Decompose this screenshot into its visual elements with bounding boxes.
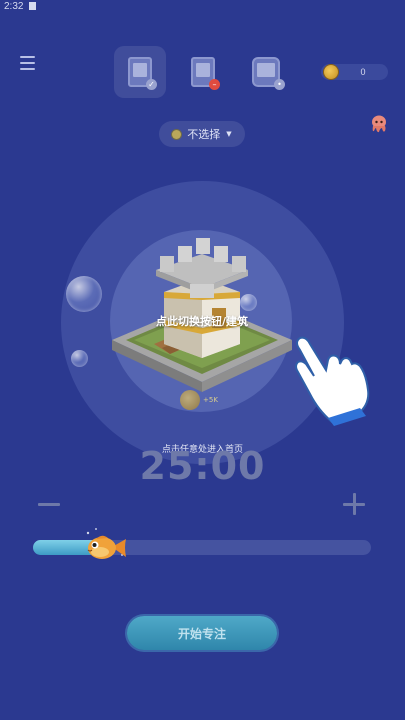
octopus-icon[interactable] [369, 114, 389, 134]
phone-focus-badge: ✓ [146, 79, 157, 90]
start-focus-button[interactable]: 开始专注 [127, 616, 277, 650]
status-bar: 2:32 [0, 0, 405, 14]
reward-text: +5K [203, 396, 218, 404]
phone-stop-icon: – [191, 57, 220, 90]
notification-icon [29, 2, 37, 10]
castle-building-icon[interactable] [112, 232, 292, 392]
mode-tab-stop[interactable]: – [177, 46, 229, 98]
coin-count: 0 [360, 67, 366, 77]
reward-chip: +5K [180, 390, 218, 410]
phone-stop-badge: – [209, 79, 220, 90]
phone-focus-icon: ✓ [128, 57, 157, 90]
phone-group-badge: • [274, 79, 285, 90]
bubble-icon [71, 350, 88, 367]
bubble-icon [66, 276, 102, 312]
tag-dot-icon [172, 129, 182, 139]
reward-coin-icon [180, 390, 200, 410]
timer-display: 25:00 [139, 444, 266, 488]
mode-tab-focus[interactable]: ✓ [114, 46, 166, 98]
category-select[interactable]: 不选择 ▼ [159, 121, 245, 147]
mode-tab-group[interactable]: • [240, 46, 292, 98]
coin-icon [324, 65, 338, 79]
caret-down-icon: ▼ [226, 130, 232, 138]
status-time: 2:32 [4, 1, 24, 12]
category-label: 不选择 [187, 128, 221, 141]
coin-counter[interactable]: 0 [321, 64, 388, 80]
pointing-hand-icon [295, 336, 370, 426]
phone-group-icon: • [252, 57, 285, 90]
plus-button[interactable] [343, 493, 365, 515]
menu-icon[interactable] [20, 56, 35, 70]
minus-icon [38, 502, 60, 506]
fish-icon[interactable] [82, 525, 128, 571]
minus-button[interactable] [38, 493, 60, 515]
guide-text: 点此切换按钮/建筑 [155, 315, 249, 328]
